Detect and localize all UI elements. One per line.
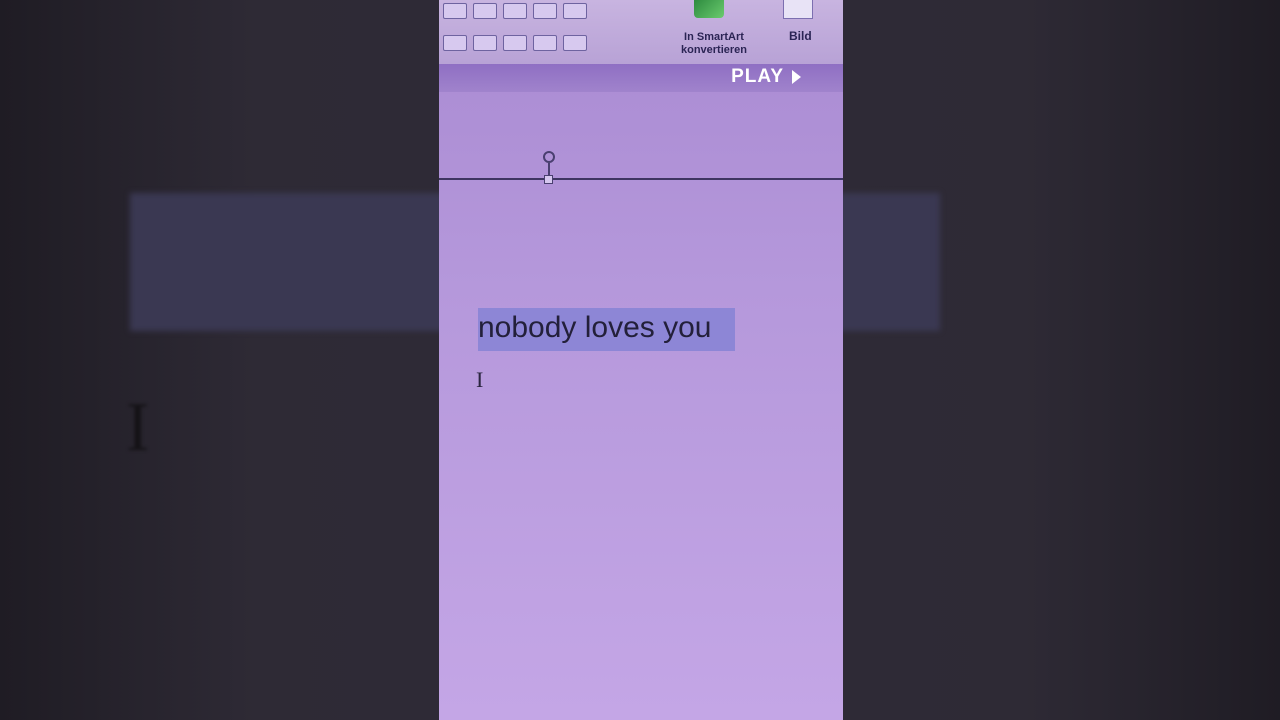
smartart-label-line1: In SmartArt bbox=[684, 31, 744, 43]
convert-to-smartart-button[interactable]: In SmartArt konvertieren bbox=[669, 31, 759, 57]
ribbon-row-top bbox=[443, 3, 587, 19]
increase-indent-icon[interactable] bbox=[503, 3, 527, 19]
align-right-icon[interactable] bbox=[473, 35, 497, 51]
align-center-icon[interactable] bbox=[443, 35, 467, 51]
selected-text[interactable]: nobody loves you bbox=[478, 311, 712, 345]
ribbon-toolbar: In SmartArt konvertieren Bild bbox=[439, 0, 843, 64]
numbered-list-icon[interactable] bbox=[443, 3, 467, 19]
play-triangle-icon bbox=[792, 70, 801, 84]
rotation-handle[interactable] bbox=[543, 151, 555, 163]
ribbon-row-bottom bbox=[443, 35, 587, 51]
blurred-ibeam-cursor: I bbox=[126, 389, 150, 466]
play-button[interactable]: PLAY bbox=[731, 66, 801, 88]
smartart-icon[interactable] bbox=[694, 0, 724, 18]
shape-line[interactable] bbox=[439, 178, 843, 180]
align-text-icon[interactable] bbox=[563, 35, 587, 51]
play-label: PLAY bbox=[731, 66, 784, 87]
smartart-label-line2: konvertieren bbox=[680, 44, 748, 56]
text-direction-icon[interactable] bbox=[533, 35, 557, 51]
picture-button[interactable]: Bild bbox=[789, 29, 812, 43]
resize-handle[interactable] bbox=[544, 175, 553, 184]
decrease-indent-icon[interactable] bbox=[473, 3, 497, 19]
ibeam-cursor: I bbox=[476, 367, 484, 392]
justify-icon[interactable] bbox=[503, 35, 527, 51]
columns-icon[interactable] bbox=[563, 3, 587, 19]
picture-icon[interactable] bbox=[783, 0, 813, 19]
line-spacing-icon[interactable] bbox=[533, 3, 557, 19]
word-document-view: In SmartArt konvertieren Bild PLAY nobod… bbox=[439, 0, 843, 720]
